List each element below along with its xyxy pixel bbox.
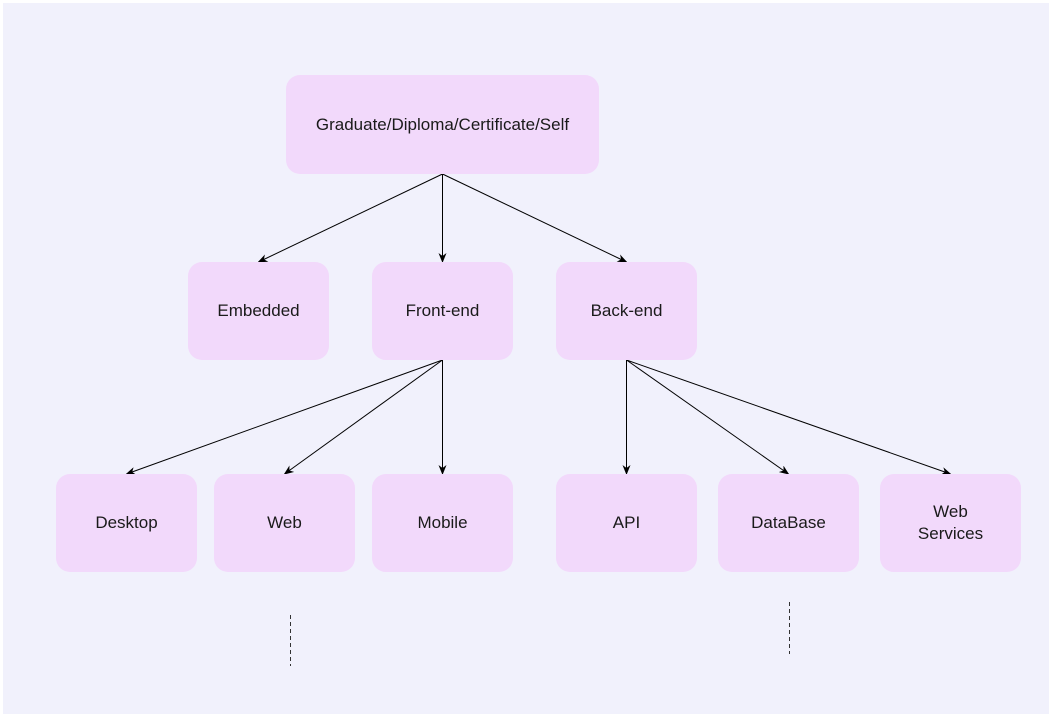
node-label: DataBase — [751, 513, 826, 532]
edge-backend-to-database — [626, 359, 790, 475]
node-label: Desktop — [95, 513, 158, 532]
edge-backend-to-webservices — [626, 359, 952, 475]
node-root-education[interactable]: Graduate/Diploma/Certificate/Self — [286, 75, 599, 174]
node-label: Graduate/Diploma/Certificate/Self — [315, 114, 570, 134]
node-label: Back-end — [590, 301, 663, 320]
node-web-services[interactable]: Web Services — [880, 474, 1021, 572]
node-label: API — [612, 513, 641, 532]
edge-root-to-embedded — [257, 173, 443, 263]
node-desktop[interactable]: Desktop — [56, 474, 197, 572]
node-label: Mobile — [417, 513, 468, 532]
node-web[interactable]: Web — [214, 474, 355, 572]
node-label: Embedded — [217, 301, 300, 320]
edge-root-to-backend — [442, 173, 628, 263]
node-label: Front-end — [405, 301, 480, 320]
edge-frontend-to-web — [283, 359, 443, 475]
node-back-end[interactable]: Back-end — [556, 262, 697, 360]
node-api[interactable]: API — [556, 474, 697, 572]
node-label: Web Services — [917, 502, 984, 543]
edge-frontend-to-desktop — [125, 359, 443, 475]
node-embedded[interactable]: Embedded — [188, 262, 329, 360]
node-label: Web — [267, 513, 302, 532]
node-front-end[interactable]: Front-end — [372, 262, 513, 360]
node-mobile[interactable]: Mobile — [372, 474, 513, 572]
node-database[interactable]: DataBase — [718, 474, 859, 572]
